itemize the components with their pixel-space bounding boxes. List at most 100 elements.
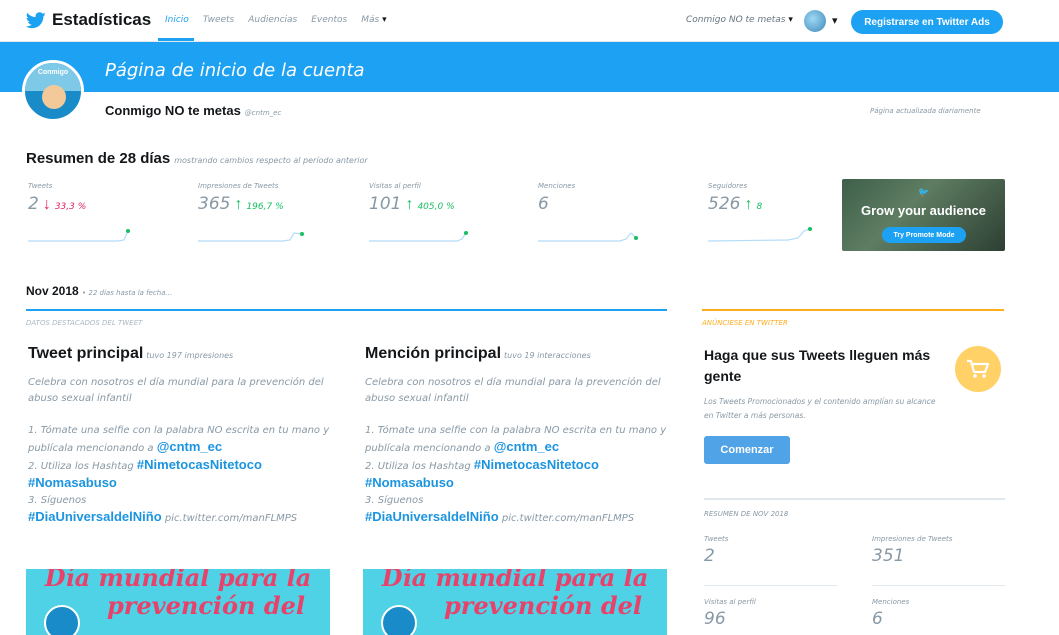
nav-link-mas[interactable]: Más ▾ [361, 15, 386, 25]
image-logo [381, 605, 417, 635]
stat-value: 526 [708, 194, 741, 214]
top-mention-image[interactable]: Día mundial para la prevención del [363, 569, 667, 635]
nav-link-eventos[interactable]: Eventos [311, 15, 347, 25]
sparkline-impressions [198, 232, 304, 242]
nav-link-mas-label: Más [361, 15, 380, 25]
account-switcher[interactable]: Conmigo NO te metas ▾ [686, 15, 793, 25]
hashtag-link[interactable]: #NimetocasNitetoco [137, 457, 262, 472]
account-switcher-label: Conmigo NO te metas [686, 15, 786, 25]
nav-link-tweets[interactable]: Tweets [203, 15, 234, 25]
shopping-cart-icon [955, 346, 1001, 392]
pic-link[interactable]: pic.twitter.com/manFLMPS [502, 513, 634, 524]
stat-tweets: Tweets 2 ↓ 33,3 % [28, 182, 178, 214]
stat-row: 526 ↑ 8 [708, 194, 858, 214]
stat-value: 6 [538, 194, 549, 214]
top-mention-text: Celebra con nosotros el día mundial para… [365, 375, 670, 527]
hashtag-link[interactable]: #DiaUniversaldelNiño [28, 509, 162, 524]
chevron-down-icon: ▾ [382, 15, 387, 25]
profile-picture[interactable]: Conmigo [22, 60, 84, 122]
month-stat-profile-visits: Visitas al perfil 96 [704, 598, 834, 629]
mention-link[interactable]: @cntm_ec [157, 439, 222, 454]
account-display-name: Conmigo NO te metas [105, 103, 241, 118]
stat-row: 6 [538, 194, 688, 214]
nav-links: Inicio Tweets Audiencias Eventos Más ▾ [165, 15, 387, 25]
month-stat-value: 2 [704, 546, 715, 566]
arrow-up-icon: ↑ [744, 196, 753, 213]
tweet-line: 1. Tómate una selfie con la palabra NO e… [28, 425, 330, 436]
top-tweet-subtitle: tuvo 197 impresiones [146, 351, 234, 360]
nav-link-audiencias[interactable]: Audiencias [248, 15, 297, 25]
account-handle[interactable]: @cntm_ec [245, 109, 282, 117]
top-tweet-image[interactable]: Día mundial para la prevención del [26, 569, 330, 635]
month-title: Nov 2018 [26, 284, 79, 298]
tweet-line: 1. Tómate una selfie con la palabra NO e… [365, 425, 667, 436]
sparkline-tweets [28, 229, 130, 242]
summary-title: Resumen de 28 días [26, 150, 171, 167]
summary-subtitle: mostrando cambios respecto al período an… [174, 156, 368, 165]
stat-change: 33,3 % [54, 202, 87, 212]
image-logo [44, 605, 80, 635]
image-text: Día mundial para la [44, 569, 312, 592]
stat-followers: Seguidores 526 ↑ 8 [708, 182, 858, 214]
month-stat-value: 351 [872, 546, 905, 566]
brand[interactable]: Estadísticas [26, 10, 151, 30]
arrow-down-icon: ↓ [42, 196, 51, 213]
pic-link[interactable]: pic.twitter.com/manFLMPS [165, 513, 297, 524]
arrow-up-icon: ↑ [234, 196, 243, 213]
tweet-line: #Nomasabuso [365, 475, 670, 493]
start-button[interactable]: Comenzar [704, 436, 790, 464]
brand-title: Estadísticas [52, 10, 152, 29]
profile-picture-text: Conmigo [37, 69, 69, 76]
month-stat-value: 6 [872, 609, 883, 629]
tweet-line: publícala mencionando a @cntm_ec [365, 439, 670, 457]
cart-glyph [967, 359, 990, 378]
top-tweet-text: Celebra con nosotros el día mundial para… [28, 375, 333, 527]
stat-change: 8 [756, 202, 763, 212]
tweet-line: abuso sexual infantil [365, 393, 469, 404]
user-avatar[interactable] [804, 10, 826, 32]
tweet-line: 3. Síguenos [365, 495, 424, 506]
hashtag-link[interactable]: #DiaUniversaldelNiño [365, 509, 499, 524]
top-mention-card: Mención principal tuvo 19 interacciones C… [365, 345, 670, 527]
highlights-label: DATOS DESTACADOS DEL TWEET [26, 319, 143, 327]
top-mention-heading: Mención principal tuvo 19 interacciones [365, 345, 670, 363]
tweet-line: Celebra con nosotros el día mundial para… [28, 377, 324, 388]
stat-row: 2 ↓ 33,3 % [28, 194, 178, 214]
stat-change: 196,7 % [246, 202, 284, 212]
stat-row: 101 ↑ 405,0 % [369, 194, 519, 214]
try-promote-mode-button[interactable]: Try Promote Mode [882, 227, 966, 243]
twitter-bird-icon [26, 11, 46, 28]
twitter-bird-icon: 🐦 [918, 187, 930, 197]
nav-link-inicio[interactable]: Inicio [165, 15, 189, 25]
hashtag-link[interactable]: #NimetocasNitetoco [474, 457, 599, 472]
ads-label: ANÚNCIESE EN TWITTER [702, 319, 788, 327]
tweet-line: abuso sexual infantil [28, 393, 132, 404]
summary-heading: Resumen de 28 días mostrando cambios resp… [26, 150, 368, 167]
sparkline-profile-visits [369, 231, 468, 242]
stat-change: 405,0 % [417, 202, 455, 212]
month-heading: Nov 2018 • 22 días hasta la fecha... [26, 284, 172, 298]
month-stat-tweets: Tweets 2 [704, 535, 834, 566]
stat-value: 365 [198, 194, 231, 214]
month-stat-label: Impresiones de Tweets [872, 535, 953, 543]
mention-link[interactable]: @cntm_ec [494, 439, 559, 454]
grow-audience-card[interactable]: 🐦 Grow your audience Try Promote Mode [842, 179, 1005, 251]
active-tab-indicator [158, 38, 194, 41]
sparkline-followers [708, 227, 812, 242]
register-twitter-ads-button[interactable]: Registrarse en Twitter Ads [851, 10, 1003, 34]
chevron-down-icon[interactable]: ▾ [832, 14, 838, 27]
hashtag-link[interactable]: #Nomasabuso [365, 475, 454, 490]
sparkline-mentions [538, 232, 638, 242]
chevron-down-icon: ▾ [788, 15, 793, 25]
ads-promo-description: Los Tweets Promocionados y el contenido … [704, 397, 936, 420]
profile-picture-figure [42, 85, 66, 109]
hashtag-link[interactable]: #Nomasabuso [28, 475, 117, 490]
tweet-blank [28, 407, 333, 423]
top-tweet-heading: Tweet principal tuvo 197 impresiones [28, 345, 333, 363]
stat-profile-visits: Visitas al perfil 101 ↑ 405,0 % [369, 182, 519, 214]
month-stat-divider [872, 585, 1005, 586]
stat-label: Impresiones de Tweets [198, 182, 279, 190]
ads-divider [702, 309, 1004, 311]
month-stat-label: Tweets [704, 535, 729, 543]
top-nav: Estadísticas Inicio Tweets Audiencias Ev… [0, 0, 1059, 42]
